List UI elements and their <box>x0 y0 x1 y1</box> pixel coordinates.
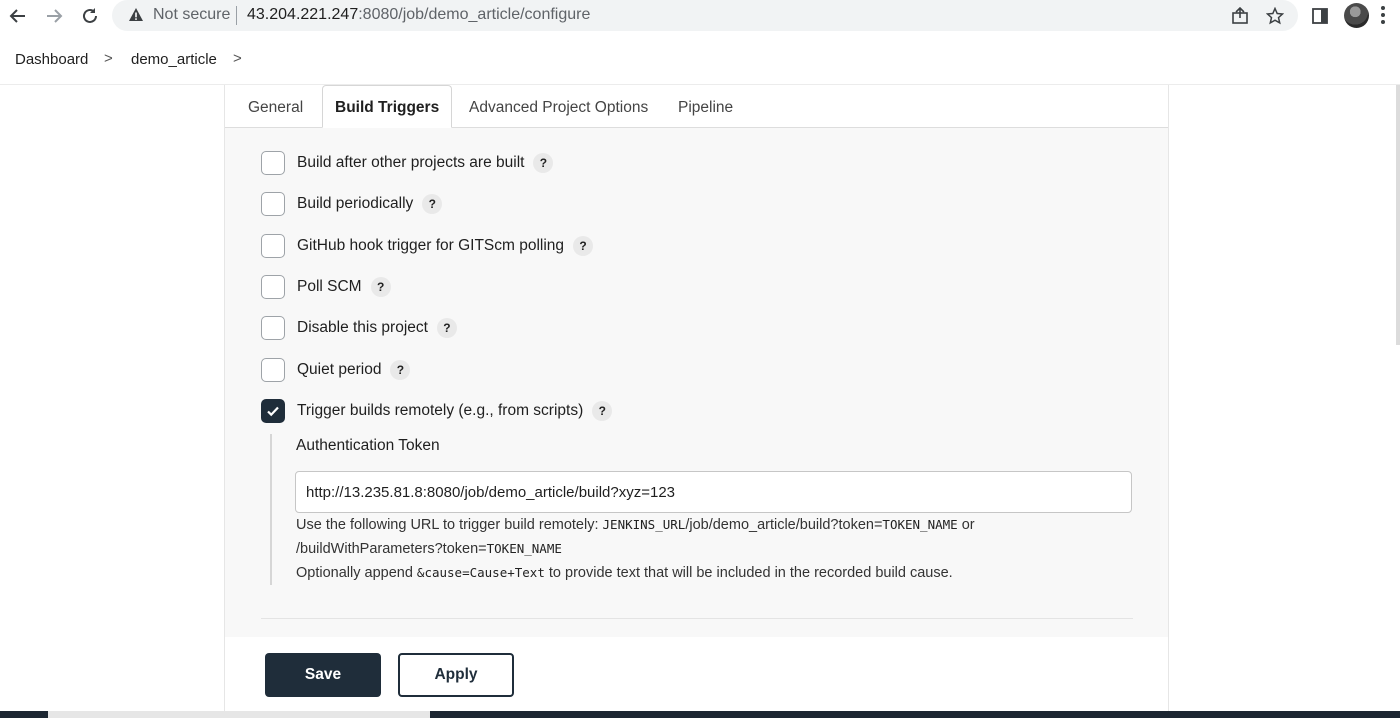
help-icon[interactable]: ? <box>592 401 613 421</box>
hint-code: TOKEN_NAME <box>882 517 958 532</box>
chevron-right-icon[interactable]: > <box>104 50 113 67</box>
tab-build-triggers[interactable]: Build Triggers <box>322 85 453 128</box>
security-status[interactable]: Not secure <box>153 6 230 24</box>
share-icon[interactable] <box>1228 4 1252 28</box>
form-actions: Save Apply <box>225 637 1168 718</box>
forward-icon[interactable] <box>42 4 66 28</box>
scrollbar[interactable] <box>1396 85 1400 345</box>
option-label[interactable]: Build after other projects are built <box>297 154 524 172</box>
option-label[interactable]: GitHub hook trigger for GITScm polling <box>297 237 564 255</box>
hint-text: or <box>957 517 975 533</box>
checkbox-checked[interactable] <box>261 399 285 423</box>
auth-hint-line-2: /buildWithParameters?token=TOKEN_NAME <box>296 541 562 557</box>
config-tabs: General Build Triggers Advanced Project … <box>225 85 1168 128</box>
hint-code: TOKEN_NAME <box>486 541 562 556</box>
breadcrumb-demo-article[interactable]: demo_article <box>131 51 217 68</box>
auth-token-input[interactable] <box>295 471 1132 513</box>
trigger-build-after-other-projects[interactable]: Build after other projects are built ? <box>261 151 554 175</box>
help-icon[interactable]: ? <box>422 194 443 214</box>
url-host: 43.204.221.247 <box>247 6 359 23</box>
help-icon[interactable]: ? <box>573 236 594 256</box>
help-icon[interactable]: ? <box>436 318 457 338</box>
hint-text: /job/demo_article/build?token= <box>685 517 883 533</box>
option-label[interactable]: Trigger builds remotely (e.g., from scri… <box>297 402 583 420</box>
breadcrumb: Dashboard > demo_article > <box>0 33 1400 85</box>
trigger-disable-project[interactable]: Disable this project ? <box>261 316 457 340</box>
auth-hint-line-3: Optionally append &cause=Cause+Text to p… <box>296 565 953 581</box>
url-path: :8080/job/demo_article/configure <box>358 6 591 23</box>
hint-code: JENKINS_URL <box>602 517 686 532</box>
checkbox[interactable] <box>261 151 285 175</box>
menu-icon[interactable] <box>1381 6 1385 27</box>
trigger-builds-remotely[interactable]: Trigger builds remotely (e.g., from scri… <box>261 399 613 423</box>
taskbar-segment <box>48 711 430 718</box>
checkbox[interactable] <box>261 358 285 382</box>
address-divider <box>236 6 237 25</box>
trigger-build-periodically[interactable]: Build periodically ? <box>261 192 443 216</box>
back-icon[interactable] <box>6 4 30 28</box>
checkbox[interactable] <box>261 192 285 216</box>
nested-section-rule <box>270 434 272 585</box>
checkbox[interactable] <box>261 275 285 299</box>
trigger-github-hook[interactable]: GitHub hook trigger for GITScm polling ? <box>261 234 594 258</box>
help-icon[interactable]: ? <box>390 360 411 380</box>
save-button[interactable]: Save <box>265 653 381 697</box>
breadcrumb-dashboard[interactable]: Dashboard <box>15 51 88 68</box>
option-label[interactable]: Disable this project <box>297 319 428 337</box>
hint-text: /buildWithParameters?token= <box>296 541 487 557</box>
apply-button[interactable]: Apply <box>398 653 514 697</box>
check-icon <box>267 406 279 417</box>
star-icon[interactable] <box>1263 4 1287 28</box>
tab-advanced-project-options[interactable]: Advanced Project Options <box>469 99 648 117</box>
help-icon[interactable]: ? <box>533 153 554 173</box>
hint-text: Optionally append <box>296 565 417 581</box>
hint-text: to provide text that will be included in… <box>544 565 953 581</box>
trigger-quiet-period[interactable]: Quiet period ? <box>261 358 411 382</box>
reload-icon[interactable] <box>78 4 102 28</box>
option-label[interactable]: Poll SCM <box>297 278 362 296</box>
checkbox[interactable] <box>261 234 285 258</box>
checkbox[interactable] <box>261 316 285 340</box>
url-text[interactable]: 43.204.221.247:8080/job/demo_article/con… <box>247 6 590 24</box>
option-label[interactable]: Build periodically <box>297 195 413 213</box>
auth-token-label: Authentication Token <box>296 437 440 454</box>
avatar[interactable] <box>1344 3 1369 28</box>
hint-code: &cause=Cause+Text <box>416 565 545 580</box>
trigger-poll-scm[interactable]: Poll SCM ? <box>261 275 391 299</box>
section-divider <box>261 618 1133 619</box>
tab-pipeline[interactable]: Pipeline <box>678 99 733 117</box>
browser-toolbar: Not secure 43.204.221.247:8080/job/demo_… <box>0 0 1400 32</box>
chevron-right-icon[interactable]: > <box>233 50 242 67</box>
config-panel: General Build Triggers Advanced Project … <box>224 85 1169 718</box>
auth-hint-line-1: Use the following URL to trigger build r… <box>296 517 975 533</box>
tab-general[interactable]: General <box>248 99 303 117</box>
taskbar-strip <box>0 711 1400 718</box>
warning-icon[interactable] <box>128 7 144 28</box>
option-label[interactable]: Quiet period <box>297 361 381 379</box>
hint-text: Use the following URL to trigger build r… <box>296 517 603 533</box>
side-panel-icon[interactable] <box>1308 4 1332 28</box>
help-icon[interactable]: ? <box>370 277 391 297</box>
